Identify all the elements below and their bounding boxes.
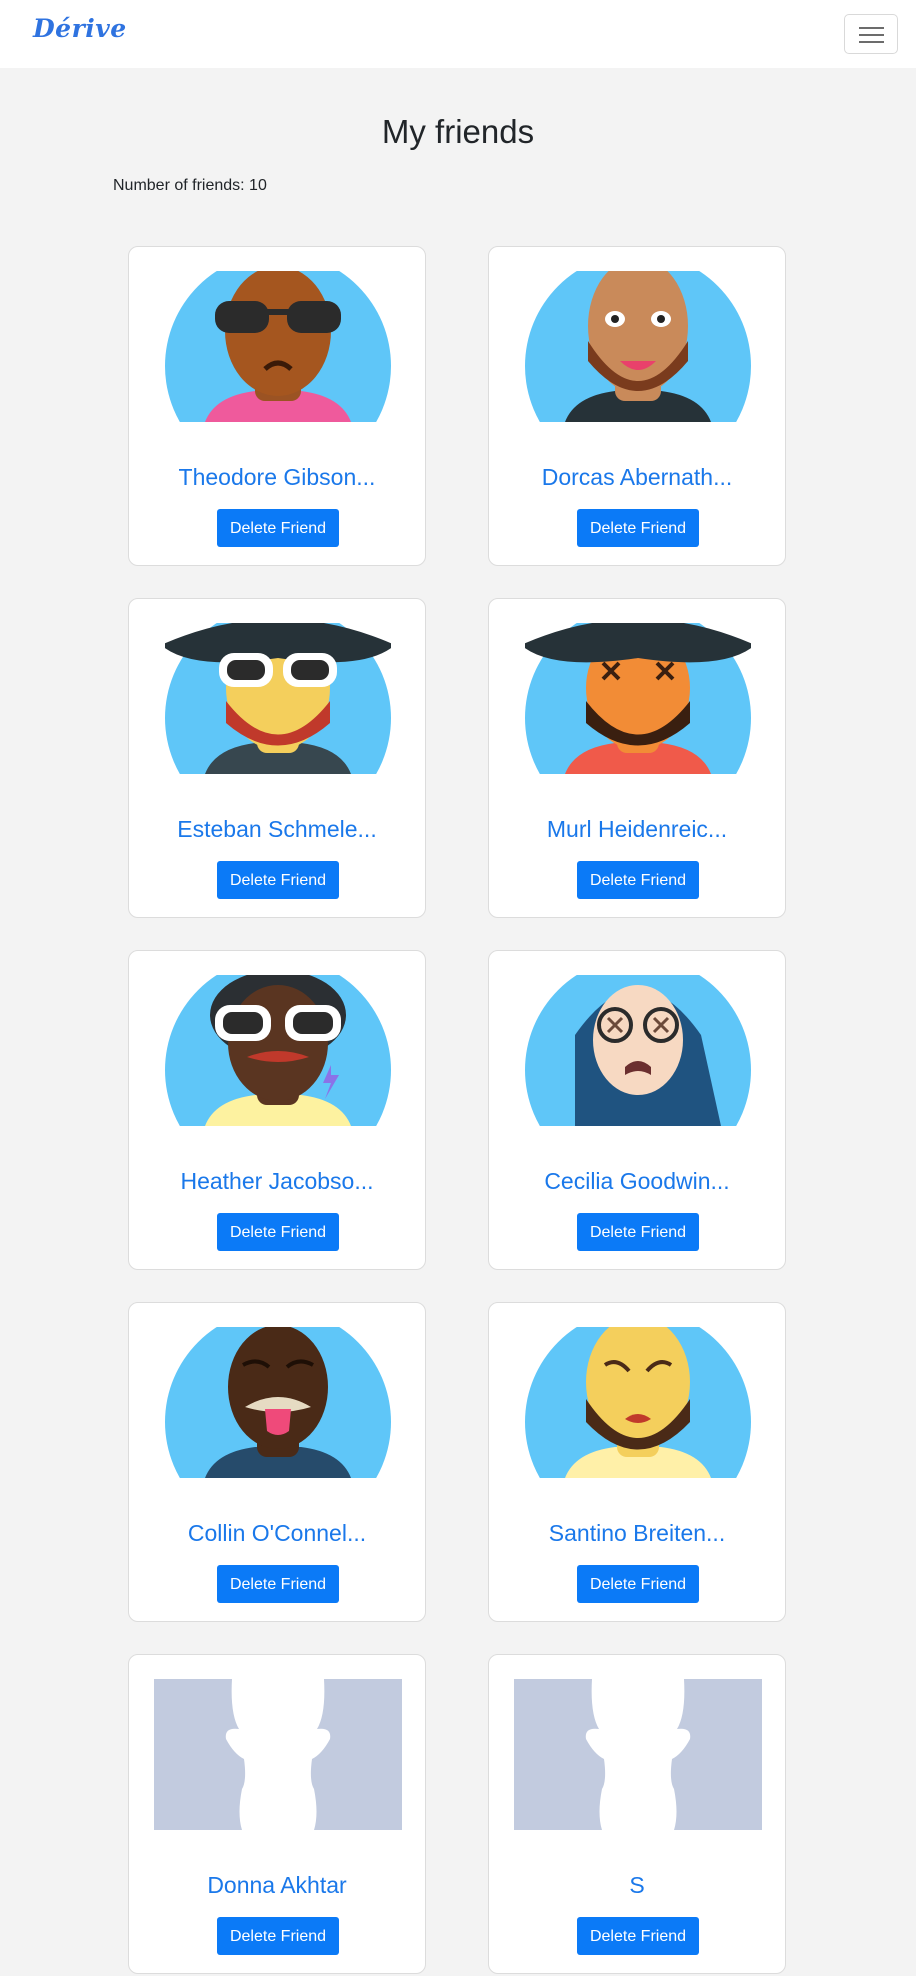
delete-friend-button[interactable]: Delete Friend <box>577 1917 699 1955</box>
default-silhouette-avatar <box>154 1679 402 1830</box>
delete-friend-button[interactable]: Delete Friend <box>217 1917 339 1955</box>
avatar <box>165 1327 391 1478</box>
friend-card: Esteban Schmele... Delete Friend <box>128 598 426 918</box>
avatar <box>165 271 391 422</box>
avatar <box>525 623 751 774</box>
page-title: My friends <box>381 113 535 150</box>
delete-friend-button[interactable]: Delete Friend <box>577 861 699 899</box>
friend-card: Donna Akhtar Delete Friend <box>128 1654 426 1974</box>
delete-friend-button[interactable]: Delete Friend <box>217 509 339 547</box>
friend-card: Heather Jacobso... Delete Friend <box>128 950 426 1270</box>
delete-friend-button[interactable]: Delete Friend <box>217 1565 339 1603</box>
delete-friend-button[interactable]: Delete Friend <box>577 1213 699 1251</box>
avatar <box>525 271 751 422</box>
top-navbar: Dérive <box>0 0 916 68</box>
friend-card: Theodore Gibson... Delete Friend <box>128 246 426 566</box>
delete-friend-button[interactable]: Delete Friend <box>577 1565 699 1603</box>
friend-name[interactable]: Collin O'Connel... <box>129 1520 425 1547</box>
friend-card: Murl Heidenreic... Delete Friend <box>488 598 786 918</box>
friend-name[interactable]: Murl Heidenreic... <box>489 816 785 843</box>
friend-card: Cecilia Goodwin... Delete Friend <box>488 950 786 1270</box>
default-silhouette-avatar <box>514 1679 762 1830</box>
delete-friend-button[interactable]: Delete Friend <box>217 1213 339 1251</box>
friend-name[interactable]: Theodore Gibson... <box>129 464 425 491</box>
friend-name[interactable]: Santino Breiten... <box>489 1520 785 1547</box>
avatar <box>525 975 751 1126</box>
friend-card: Santino Breiten... Delete Friend <box>488 1302 786 1622</box>
avatar <box>165 975 391 1126</box>
friend-card: Collin O'Connel... Delete Friend <box>128 1302 426 1622</box>
friend-name[interactable]: Heather Jacobso... <box>129 1168 425 1195</box>
friend-name[interactable]: S <box>489 1872 785 1899</box>
avatar <box>165 623 391 774</box>
avatar <box>525 1327 751 1478</box>
friend-name[interactable]: Dorcas Abernath... <box>489 464 785 491</box>
delete-friend-button[interactable]: Delete Friend <box>217 861 339 899</box>
friend-name[interactable]: Cecilia Goodwin... <box>489 1168 785 1195</box>
friend-count: Number of friends: 10 <box>113 177 267 194</box>
friend-card: S Delete Friend <box>488 1654 786 1974</box>
menu-toggle-button[interactable] <box>844 14 898 54</box>
delete-friend-button[interactable]: Delete Friend <box>577 509 699 547</box>
friend-card: Dorcas Abernath... Delete Friend <box>488 246 786 566</box>
friend-name[interactable]: Donna Akhtar <box>129 1872 425 1899</box>
friend-name[interactable]: Esteban Schmele... <box>129 816 425 843</box>
brand-logo[interactable]: Dérive <box>33 14 127 43</box>
